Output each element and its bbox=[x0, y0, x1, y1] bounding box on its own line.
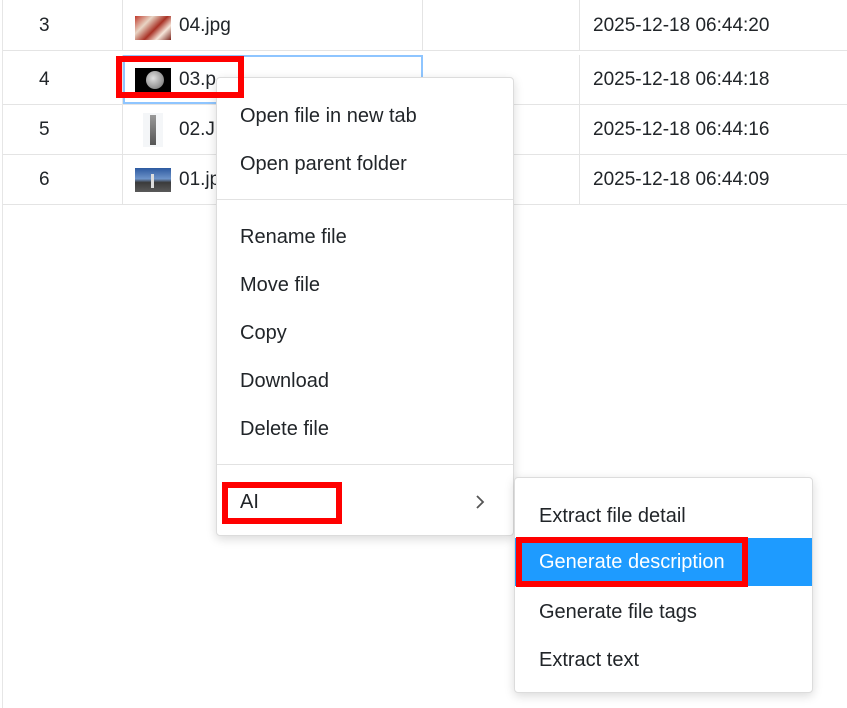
menu-divider bbox=[217, 464, 513, 465]
file-name[interactable]: 02.JI bbox=[179, 105, 220, 155]
file-name[interactable]: 01.jp bbox=[179, 155, 220, 205]
row-number: 3 bbox=[3, 0, 123, 50]
file-name[interactable]: 04.jpg bbox=[179, 1, 231, 51]
menu-item-delete[interactable]: Delete file bbox=[217, 405, 513, 453]
modified-date: 2025-12-18 06:44:20 bbox=[593, 15, 770, 36]
ai-submenu: Extract file detail Generate description… bbox=[514, 477, 813, 693]
row-number: 5 bbox=[3, 105, 123, 154]
menu-item-open-parent-folder[interactable]: Open parent folder bbox=[217, 140, 513, 188]
menu-divider bbox=[217, 199, 513, 200]
menu-item-ai-label: AI bbox=[240, 491, 259, 513]
menu-item-download[interactable]: Download bbox=[217, 357, 513, 405]
file-context-menu: Open file in new tab Open parent folder … bbox=[216, 77, 514, 536]
menu-item-open-new-tab[interactable]: Open file in new tab bbox=[217, 92, 513, 140]
modified-date: 2025-12-18 06:44:18 bbox=[593, 69, 770, 90]
file-name[interactable]: 03.p bbox=[179, 55, 216, 105]
chevron-right-icon bbox=[476, 495, 485, 509]
modified-date: 2025-12-18 06:44:16 bbox=[593, 119, 770, 140]
city-photo-thumbnail bbox=[135, 168, 171, 192]
moon-photo-thumbnail bbox=[135, 68, 171, 92]
row-number: 6 bbox=[3, 155, 123, 204]
menu-item-rename[interactable]: Rename file bbox=[217, 213, 513, 261]
row-number: 4 bbox=[3, 55, 123, 104]
submenu-item-generate-file-tags[interactable]: Generate file tags bbox=[515, 588, 812, 636]
menu-item-copy[interactable]: Copy bbox=[217, 309, 513, 357]
empty-cell bbox=[423, 0, 580, 50]
submenu-item-extract-file-detail[interactable]: Extract file detail bbox=[515, 492, 812, 540]
file-name-cell[interactable]: 04.jpg bbox=[123, 0, 423, 50]
submenu-item-generate-description[interactable]: Generate description bbox=[515, 538, 812, 586]
menu-item-ai[interactable]: AI bbox=[217, 478, 513, 526]
food-photo-thumbnail bbox=[135, 16, 171, 40]
table-row[interactable]: 3 04.jpg 2025-12-18 06:44:20 bbox=[3, 0, 847, 51]
modified-date: 2025-12-18 06:44:09 bbox=[593, 169, 770, 190]
tower-photo-thumbnail bbox=[143, 113, 163, 147]
submenu-item-extract-text[interactable]: Extract text bbox=[515, 636, 812, 684]
menu-item-move[interactable]: Move file bbox=[217, 261, 513, 309]
